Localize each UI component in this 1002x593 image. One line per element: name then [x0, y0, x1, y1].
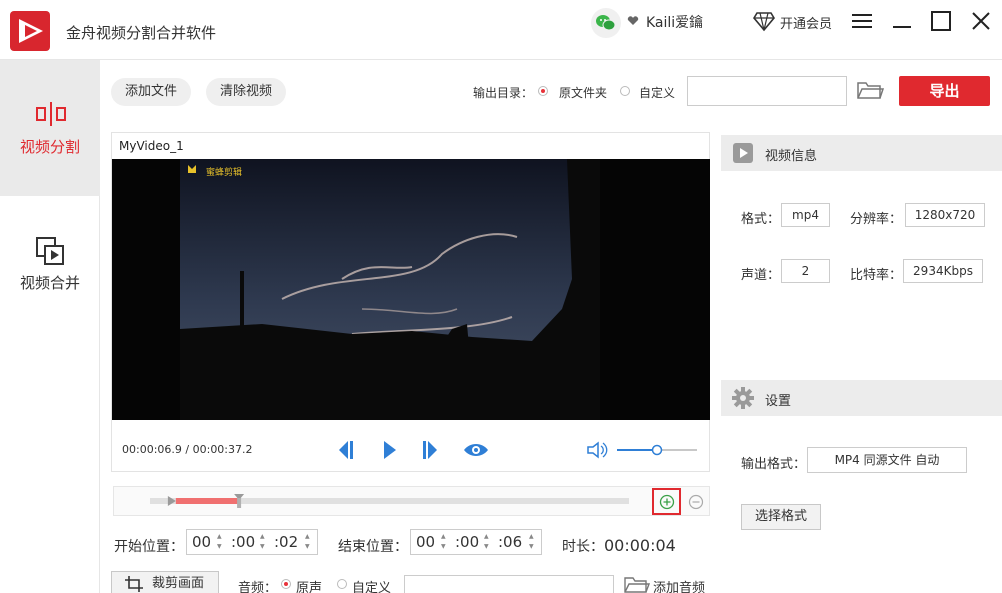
- radio-custom-folder[interactable]: [620, 86, 630, 96]
- choose-format-button[interactable]: 选择格式: [741, 504, 821, 530]
- add-segment-icon[interactable]: [659, 494, 675, 510]
- sidebar-item-split[interactable]: 视频分割: [0, 60, 100, 196]
- duration-label: 时长：: [562, 539, 604, 555]
- settings-header: 设置: [721, 380, 1002, 416]
- format-value: mp4: [781, 203, 830, 227]
- previous-frame-icon[interactable]: [336, 438, 356, 462]
- folder-icon[interactable]: [856, 79, 884, 101]
- audio-path-input[interactable]: [404, 575, 614, 593]
- audio-original-label: 原声: [296, 581, 323, 593]
- end-position-label: 结束位置：: [338, 539, 408, 555]
- end-handle-bar[interactable]: [237, 498, 242, 508]
- custom-folder-label: 自定义: [639, 86, 676, 100]
- output-path-input[interactable]: [687, 76, 847, 106]
- output-format-label: 输出格式：: [741, 457, 807, 472]
- app-title: 金舟视频分割合并软件: [66, 24, 217, 42]
- heart-icon: [627, 16, 639, 25]
- video-frame-image: 蜜蜂剪辑: [112, 159, 710, 420]
- channels-value: 2: [781, 259, 830, 283]
- output-dir-label: 输出目录：: [473, 86, 534, 100]
- close-icon[interactable]: [968, 8, 994, 34]
- bitrate-label: 比特率：: [850, 268, 903, 283]
- clear-video-button[interactable]: 清除视频: [206, 78, 287, 106]
- diamond-icon[interactable]: [752, 9, 776, 33]
- source-folder-label: 原文件夹: [559, 86, 608, 100]
- settings-title: 设置: [765, 394, 792, 409]
- end-second[interactable]: :06: [498, 530, 522, 554]
- video-title: MyVideo_1: [119, 139, 184, 153]
- crop-frame-button[interactable]: 裁剪画面: [111, 571, 219, 593]
- video-info-header: 视频信息: [721, 135, 1002, 171]
- add-audio-label[interactable]: 添加音频: [653, 577, 705, 593]
- audio-label: 音频：: [238, 581, 278, 593]
- resolution-value: 1280x720: [905, 203, 985, 227]
- end-time-input[interactable]: 00 :00 :06 ▲ ▼ ▲ ▼ ▲ ▼: [410, 529, 542, 555]
- stepper-icon[interactable]: ▲ ▼: [529, 532, 534, 552]
- split-icon: [36, 102, 66, 126]
- wechat-icon[interactable]: [591, 8, 621, 38]
- add-file-button[interactable]: 添加文件: [111, 78, 192, 106]
- stepper-icon[interactable]: ▲ ▼: [441, 532, 446, 552]
- current-time: 00:00:06.9: [122, 443, 182, 456]
- gear-icon: [732, 387, 754, 409]
- radio-source-folder[interactable]: [538, 86, 548, 96]
- stepper-icon[interactable]: ▲ ▼: [217, 532, 222, 552]
- sidebar-item-merge[interactable]: 视频合并: [0, 196, 100, 332]
- audio-folder-icon[interactable]: [624, 575, 650, 593]
- end-hour[interactable]: 00: [416, 530, 435, 554]
- video-preview[interactable]: 蜜蜂剪辑: [112, 159, 710, 420]
- audio-custom-label: 自定义: [352, 581, 392, 593]
- video-info-icon: [733, 143, 753, 163]
- radio-audio-custom[interactable]: [337, 579, 347, 589]
- format-label: 格式：: [741, 212, 781, 227]
- start-hour[interactable]: 00: [192, 530, 211, 554]
- duration-value: 00:00:04: [604, 536, 676, 555]
- merge-icon: [36, 237, 64, 265]
- app-logo: [10, 11, 50, 51]
- timecode: 00:00:06.9 / 00:00:37.2: [122, 443, 253, 456]
- sidebar-item-label: 视频分割: [19, 138, 80, 156]
- play-icon[interactable]: [380, 438, 400, 462]
- username[interactable]: Kaili爱鑰: [646, 12, 703, 32]
- vip-link[interactable]: 开通会员: [780, 13, 832, 32]
- maximize-icon[interactable]: [928, 8, 954, 34]
- sidebar: 视频分割 视频合并: [0, 60, 100, 593]
- end-minute[interactable]: :00: [455, 530, 479, 554]
- start-second[interactable]: :02: [274, 530, 298, 554]
- start-time-input[interactable]: 00 :00 :02 ▲ ▼ ▲ ▼ ▲ ▼: [186, 529, 318, 555]
- watermark-text: 蜜蜂剪辑: [206, 166, 242, 178]
- radio-audio-original[interactable]: [281, 579, 291, 589]
- stepper-icon[interactable]: ▲ ▼: [484, 532, 489, 552]
- volume-knob[interactable]: [651, 444, 663, 456]
- time-separator: /: [181, 443, 193, 456]
- channels-label: 声道：: [741, 268, 781, 283]
- timeline[interactable]: [113, 486, 710, 516]
- start-position-label: 开始位置：: [114, 539, 184, 555]
- crop-icon: [125, 576, 143, 592]
- volume-slider[interactable]: [615, 443, 699, 457]
- output-format-value: MP4 同源文件 自动: [807, 447, 967, 473]
- export-button[interactable]: 导出: [899, 76, 990, 106]
- duration: 时长：00:00:04: [562, 536, 676, 556]
- menu-icon[interactable]: [849, 8, 875, 34]
- video-info-title: 视频信息: [765, 149, 818, 164]
- stepper-icon[interactable]: ▲ ▼: [305, 532, 310, 552]
- sidebar-item-label: 视频合并: [19, 274, 80, 292]
- preview-eye-icon[interactable]: [462, 440, 490, 460]
- remove-segment-icon[interactable]: [688, 494, 704, 510]
- start-handle[interactable]: [167, 496, 176, 506]
- total-time: 00:00:37.2: [192, 443, 253, 456]
- crop-frame-label: 裁剪画面: [152, 576, 205, 591]
- resolution-label: 分辨率：: [850, 212, 903, 227]
- stepper-icon[interactable]: ▲ ▼: [260, 532, 265, 552]
- volume-icon[interactable]: [585, 440, 609, 460]
- bitrate-value: 2934Kbps: [903, 259, 983, 283]
- start-minute[interactable]: :00: [231, 530, 255, 554]
- next-frame-icon[interactable]: [420, 438, 440, 462]
- title-bar: 金舟视频分割合并软件 Kaili爱鑰 开通会员: [0, 0, 1002, 60]
- minimize-icon[interactable]: [889, 8, 915, 34]
